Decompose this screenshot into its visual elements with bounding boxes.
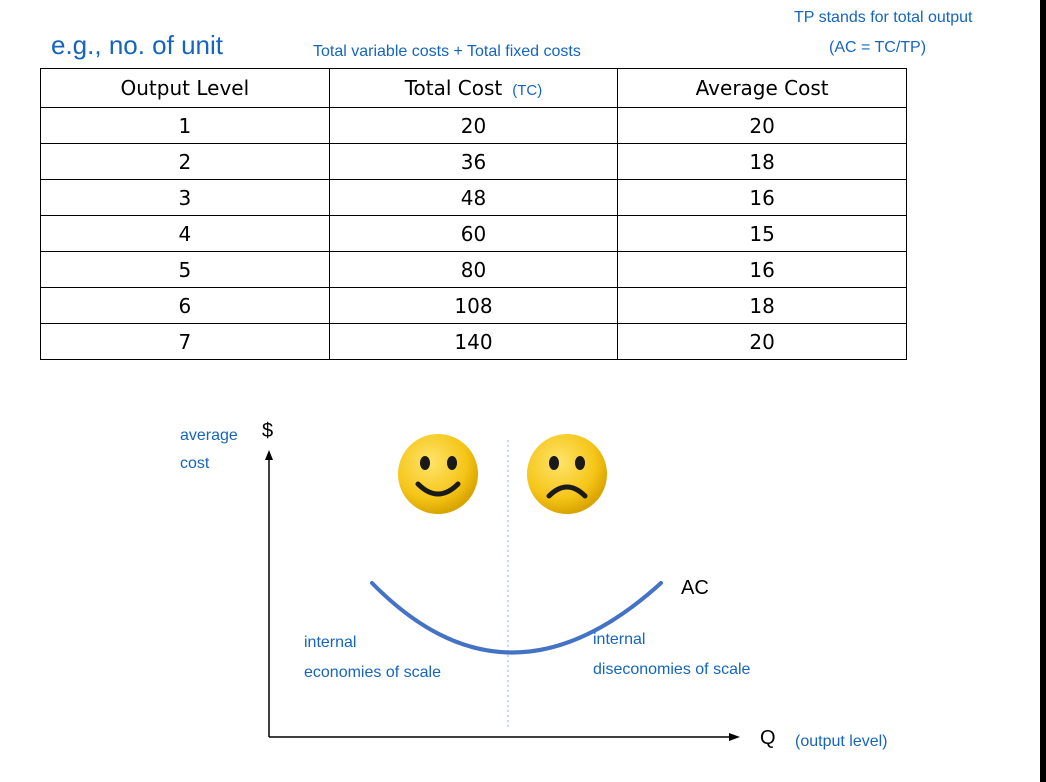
- y-axis-desc-line1: average: [180, 427, 238, 444]
- ac-curve-diagram: $ average cost Q (output level) AC inter…: [180, 420, 888, 750]
- y-axis-label: $: [262, 420, 273, 442]
- happy-face-icon: [398, 434, 478, 514]
- diseconomies-label-line1: internal: [593, 631, 645, 648]
- sad-face-icon: [527, 434, 607, 514]
- x-axis-arrowhead: [729, 733, 740, 741]
- x-axis-desc: (output level): [795, 733, 888, 750]
- y-axis-desc-line2: cost: [180, 455, 210, 472]
- y-axis-arrowhead: [265, 450, 273, 460]
- economies-label-line2: economies of scale: [304, 664, 441, 681]
- ac-curve-label: AC: [681, 577, 709, 599]
- economies-label-line1: internal: [304, 634, 356, 651]
- diseconomies-label-line2: diseconomies of scale: [593, 661, 751, 678]
- x-axis-label: Q: [760, 727, 776, 749]
